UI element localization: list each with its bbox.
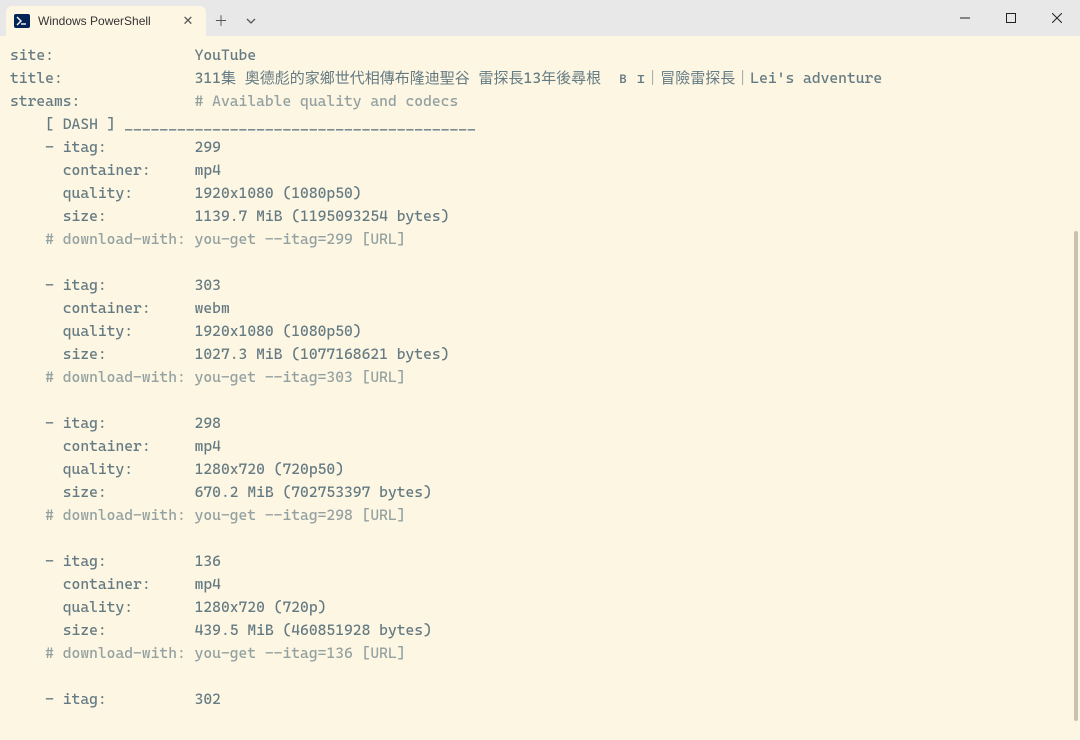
itag-3: 136 <box>195 552 221 570</box>
scrollbar[interactable] <box>1074 231 1078 721</box>
value-title: 311集 奧德彪的家鄉世代相傳布隆迪聖谷 雷探長13年後尋根 ʙ ɪ｜冒險雷探長… <box>195 69 883 87</box>
label-itag: - itag: <box>45 414 107 432</box>
label-container: container: <box>63 161 151 179</box>
new-tab-button[interactable]: ＋ <box>206 6 236 36</box>
terminal-output[interactable]: site: YouTube title: 311集 奧德彪的家鄉世代相傳布隆迪聖… <box>0 36 1080 740</box>
label-itag: - itag: <box>45 552 107 570</box>
itag-2: 298 <box>195 414 221 432</box>
itag-4: 302 <box>195 690 221 708</box>
minimize-button[interactable] <box>942 2 988 34</box>
powershell-icon <box>14 13 30 29</box>
container-3: mp4 <box>195 575 221 593</box>
tab-dropdown-button[interactable] <box>236 6 266 36</box>
label-itag: - itag: <box>45 276 107 294</box>
label-container: container: <box>63 437 151 455</box>
itag-1: 303 <box>195 276 221 294</box>
label-quality: quality: <box>63 322 133 340</box>
size-1: 1027.3 MiB (1077168621 bytes) <box>195 345 450 363</box>
titlebar: Windows PowerShell ✕ ＋ <box>0 0 1080 36</box>
label-itag: - itag: <box>45 138 107 156</box>
container-1: webm <box>195 299 230 317</box>
download-3: # download-with: you-get --itag=136 [URL… <box>45 644 405 662</box>
close-tab-icon[interactable]: ✕ <box>180 13 196 29</box>
label-quality: quality: <box>63 460 133 478</box>
download-0: # download-with: you-get --itag=299 [URL… <box>45 230 405 248</box>
label-container: container: <box>63 299 151 317</box>
label-size: size: <box>63 621 107 639</box>
size-0: 1139.7 MiB (1195093254 bytes) <box>195 207 450 225</box>
label-streams: streams: <box>10 92 80 110</box>
label-title: title: <box>10 69 63 87</box>
value-site: YouTube <box>195 46 257 64</box>
dash-header: [ DASH ] _______________________________… <box>45 115 476 133</box>
label-itag: - itag: <box>45 690 107 708</box>
download-2: # download-with: you-get --itag=298 [URL… <box>45 506 405 524</box>
size-2: 670.2 MiB (702753397 bytes) <box>195 483 432 501</box>
quality-2: 1280x720 (720p50) <box>195 460 344 478</box>
maximize-button[interactable] <box>988 2 1034 34</box>
label-size: size: <box>63 207 107 225</box>
container-2: mp4 <box>195 437 221 455</box>
window-controls <box>942 0 1080 36</box>
tab-powershell[interactable]: Windows PowerShell ✕ <box>6 6 206 36</box>
quality-0: 1920x1080 (1080p50) <box>195 184 362 202</box>
size-3: 439.5 MiB (460851928 bytes) <box>195 621 432 639</box>
label-site: site: <box>10 46 54 64</box>
close-window-button[interactable] <box>1034 2 1080 34</box>
label-size: size: <box>63 483 107 501</box>
download-1: # download-with: you-get --itag=303 [URL… <box>45 368 405 386</box>
label-container: container: <box>63 575 151 593</box>
tabs-area: Windows PowerShell ✕ ＋ <box>0 0 266 36</box>
itag-0: 299 <box>195 138 221 156</box>
container-0: mp4 <box>195 161 221 179</box>
tab-title: Windows PowerShell <box>38 14 172 28</box>
label-quality: quality: <box>63 598 133 616</box>
label-size: size: <box>63 345 107 363</box>
label-quality: quality: <box>63 184 133 202</box>
streams-comment: # Available quality and codecs <box>195 92 459 110</box>
quality-1: 1920x1080 (1080p50) <box>195 322 362 340</box>
quality-3: 1280x720 (720p) <box>195 598 327 616</box>
